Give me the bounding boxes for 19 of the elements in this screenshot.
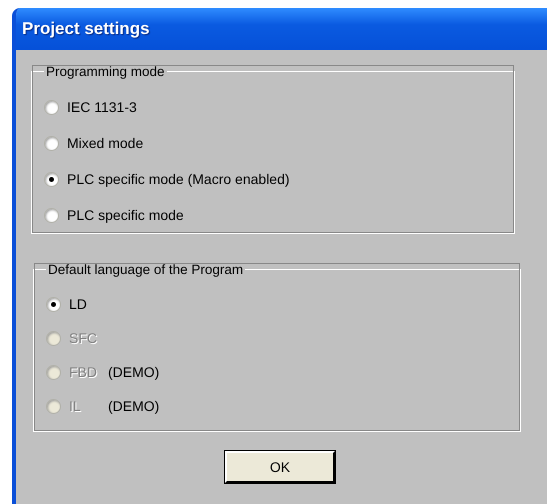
group-title: Programming mode	[45, 64, 166, 79]
window-title: Project settings	[22, 19, 150, 39]
radio-option: FBD	[46, 364, 108, 380]
radio-option[interactable]: Mixed mode	[44, 135, 144, 151]
demo-note: (DEMO)	[108, 398, 160, 414]
radio-option[interactable]: PLC specific mode (Macro enabled)	[44, 171, 290, 187]
radio-button[interactable]	[44, 208, 59, 222]
group-title: Default language of the Program	[47, 262, 244, 277]
ok-button[interactable]: OK	[225, 451, 335, 483]
demo-note: (DEMO)	[108, 364, 160, 380]
radio-option[interactable]: LD	[46, 296, 108, 312]
radio-option[interactable]: IEC 1131-3	[44, 99, 137, 115]
radio-button[interactable]	[44, 136, 59, 150]
radio-option[interactable]: PLC specific mode	[44, 207, 184, 223]
radio-option: SFC	[46, 330, 108, 346]
radio-button[interactable]	[44, 172, 59, 186]
radio-option: IL	[46, 398, 108, 414]
radio-button[interactable]	[44, 100, 59, 114]
radio-button[interactable]	[46, 296, 61, 312]
